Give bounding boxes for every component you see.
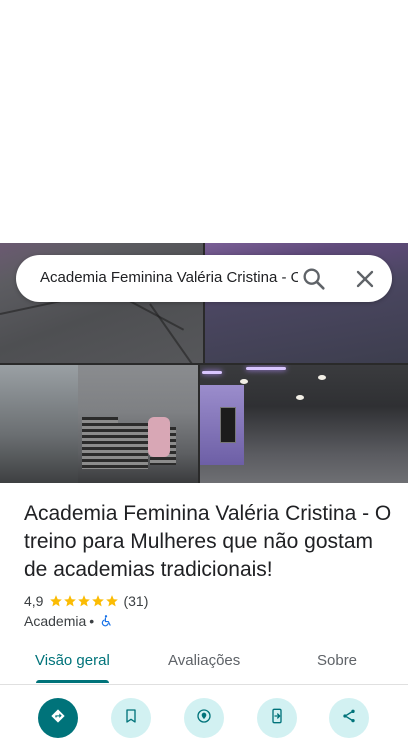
close-icon[interactable]	[351, 265, 379, 293]
directions-button[interactable]	[38, 698, 78, 738]
star-icon	[78, 595, 91, 607]
share-button[interactable]	[329, 698, 369, 738]
ceiling-light	[202, 371, 222, 374]
star-icon	[64, 595, 77, 607]
tab-overview[interactable]: Visão geral	[35, 652, 110, 669]
review-count[interactable]: (31)	[123, 593, 148, 609]
directions-icon	[51, 709, 65, 723]
star-icon	[50, 595, 63, 607]
floor-seam	[149, 303, 197, 363]
star-rating	[49, 594, 119, 608]
active-tab-indicator	[36, 680, 109, 683]
tab-reviews[interactable]: Avaliações	[168, 652, 240, 669]
tab-about[interactable]: Sobre	[317, 652, 357, 669]
ceiling-spot	[296, 395, 304, 400]
photo-window	[0, 365, 78, 483]
photo-equipment-racks[interactable]	[0, 365, 198, 483]
wall-frame	[220, 407, 236, 443]
rating-value: 4,9	[24, 593, 44, 609]
share-icon	[343, 709, 355, 723]
action-buttons	[0, 696, 408, 738]
wheelchair-accessible-icon	[101, 615, 111, 627]
pink-equipment	[148, 417, 170, 457]
search-icon[interactable]	[300, 265, 328, 293]
send-to-phone-button[interactable]	[257, 698, 297, 738]
map-area-blank	[0, 0, 408, 243]
photo-training-hall[interactable]	[200, 365, 408, 483]
send-to-phone-icon	[272, 708, 282, 724]
place-category: Academia	[24, 613, 87, 629]
save-button[interactable]	[111, 698, 151, 738]
search-bar[interactable]: Academia Feminina Valéria Cristina - O t…	[16, 255, 392, 302]
search-query-text[interactable]: Academia Feminina Valéria Cristina - O t…	[40, 269, 298, 289]
nearby-icon	[197, 709, 211, 723]
star-icon	[92, 595, 105, 607]
place-title: Academia Feminina Valéria Cristina - O t…	[24, 502, 392, 581]
ceiling-spot	[240, 379, 248, 384]
rating-row[interactable]: 4,9 (31)	[24, 591, 148, 611]
star-icon	[106, 595, 119, 607]
bookmark-icon	[126, 709, 136, 723]
nearby-button[interactable]	[184, 698, 224, 738]
step-rack	[118, 423, 148, 469]
category-row: Academia •	[24, 611, 113, 631]
ceiling-light	[246, 367, 286, 370]
separator-dot: •	[89, 613, 95, 629]
ceiling-spot	[318, 375, 326, 380]
place-tabs: Visão geral Avaliações Sobre	[0, 640, 408, 685]
step-rack	[82, 417, 118, 469]
